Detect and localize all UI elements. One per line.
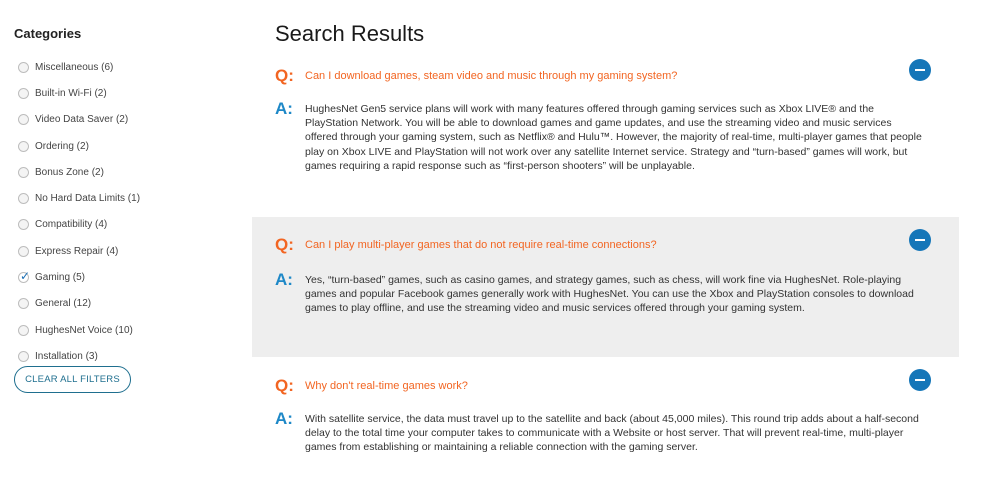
- faq-item: Q: Can I download games, steam video and…: [252, 56, 959, 204]
- answer-row: A: Yes, “turn-based” games, such as casi…: [275, 270, 923, 316]
- category-label: HughesNet Voice (10): [35, 324, 133, 336]
- category-label: Gaming (5): [35, 272, 86, 284]
- question-marker: Q:: [275, 66, 294, 85]
- category-item-general[interactable]: General (12): [18, 291, 140, 317]
- category-item-ordering[interactable]: Ordering (2): [18, 133, 140, 159]
- category-item-miscellaneous[interactable]: Miscellaneous (6): [18, 54, 140, 80]
- category-label: Video Data Saver (2): [35, 114, 129, 126]
- category-label: Installation (3): [35, 350, 98, 362]
- category-label: Miscellaneous (6): [35, 61, 114, 73]
- search-results-panel: Search Results Q: Can I download games, …: [252, 0, 959, 481]
- radio-icon[interactable]: [18, 324, 29, 336]
- answer-text: Yes, “turn-based” games, such as casino …: [305, 274, 914, 315]
- category-label: General (12): [35, 298, 92, 310]
- answer-text: With satellite service, the data must tr…: [305, 413, 919, 454]
- category-item-bonus-zone[interactable]: Bonus Zone (2): [18, 159, 140, 185]
- answer-row: A: With satellite service, the data must…: [275, 409, 923, 455]
- category-item-hughesnet-voice[interactable]: HughesNet Voice (10): [18, 317, 140, 343]
- answer-marker: A:: [275, 409, 293, 428]
- collapse-minus-icon[interactable]: [909, 59, 931, 81]
- collapse-minus-icon[interactable]: [909, 369, 931, 391]
- question-row[interactable]: Q: Can I download games, steam video and…: [275, 66, 677, 86]
- answer-text: HughesNet Gen5 service plans will work w…: [305, 103, 922, 172]
- faq-item: Q: Why don't real-time games work? A: Wi…: [252, 360, 959, 481]
- question-text[interactable]: Why don't real-time games work?: [305, 376, 468, 392]
- radio-icon[interactable]: [18, 245, 29, 257]
- radio-icon[interactable]: [18, 219, 29, 231]
- category-item-compatibility[interactable]: Compatibility (4): [18, 212, 140, 238]
- category-label: Compatibility (4): [35, 219, 108, 231]
- answer-row: A: HughesNet Gen5 service plans will wor…: [275, 99, 923, 173]
- collapse-minus-icon[interactable]: [909, 229, 931, 251]
- clear-all-filters-button[interactable]: CLEAR ALL FILTERS: [14, 366, 131, 393]
- page-title: Search Results: [275, 21, 425, 46]
- answer-marker: A:: [275, 270, 293, 289]
- radio-icon[interactable]: [18, 166, 29, 178]
- faq-item: Q: Can I play multi-player games that do…: [252, 217, 959, 357]
- category-item-video-data-saver[interactable]: Video Data Saver (2): [18, 107, 140, 133]
- category-item-built-in-wifi[interactable]: Built-in Wi-Fi (2): [18, 80, 140, 106]
- answer-marker: A:: [275, 99, 293, 118]
- category-sidebar: Categories Miscellaneous (6) Built-in Wi…: [0, 0, 240, 481]
- radio-icon[interactable]: [18, 61, 29, 73]
- category-label: Express Repair (4): [35, 245, 119, 257]
- category-item-no-hard-data-limits[interactable]: No Hard Data Limits (1): [18, 185, 140, 211]
- category-item-gaming[interactable]: Gaming (5): [18, 264, 140, 290]
- radio-icon[interactable]: [18, 140, 29, 152]
- question-text[interactable]: Can I play multi-player games that do no…: [305, 235, 657, 251]
- category-label: No Hard Data Limits (1): [35, 193, 141, 205]
- category-list: Miscellaneous (6) Built-in Wi-Fi (2) Vid…: [18, 54, 140, 370]
- question-row[interactable]: Q: Why don't real-time games work?: [275, 376, 468, 396]
- radio-icon[interactable]: [18, 114, 29, 126]
- question-marker: Q:: [275, 376, 294, 395]
- category-label: Ordering (2): [35, 140, 89, 152]
- question-marker: Q:: [275, 235, 294, 254]
- sidebar-title: Categories: [14, 26, 82, 41]
- radio-icon[interactable]: [18, 193, 29, 205]
- radio-icon[interactable]: [18, 350, 29, 362]
- category-label: Built-in Wi-Fi (2): [35, 87, 107, 99]
- category-item-express-repair[interactable]: Express Repair (4): [18, 238, 140, 264]
- radio-icon[interactable]: [18, 87, 29, 99]
- question-row[interactable]: Q: Can I play multi-player games that do…: [275, 235, 657, 255]
- checkmark-icon[interactable]: [18, 269, 30, 284]
- question-text[interactable]: Can I download games, steam video and mu…: [305, 66, 677, 82]
- category-label: Bonus Zone (2): [35, 166, 104, 178]
- radio-icon[interactable]: [18, 298, 29, 310]
